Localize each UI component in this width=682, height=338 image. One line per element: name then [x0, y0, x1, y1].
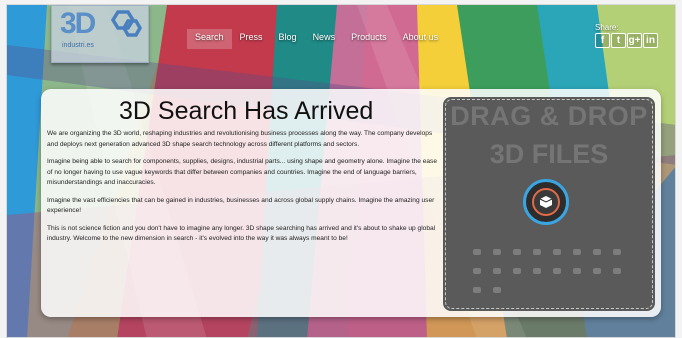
logo-mark: 3D — [60, 7, 96, 40]
paragraph: Imagine being able to search for compone… — [47, 158, 438, 186]
shape-thumbnail — [513, 249, 521, 255]
dropzone-heading: DRAG & DROP — [450, 101, 648, 131]
file-dropzone[interactable]: DRAG & DROP 3D FILES — [443, 97, 655, 311]
page-frame: 3D industri.es Search Press Blog News Pr… — [6, 4, 676, 338]
logo-subtitle: industri.es — [62, 42, 94, 49]
shape-preview-grid — [467, 245, 637, 302]
paragraph: Imagine the vast efficiencies that can b… — [47, 196, 435, 215]
google-plus-icon[interactable]: g+ — [627, 33, 642, 48]
facebook-icon[interactable]: f — [595, 33, 610, 48]
shape-thumbnail — [473, 268, 481, 274]
shape-thumbnail — [613, 249, 621, 255]
shape-thumbnail — [473, 249, 481, 255]
share-icons: f t g+ in — [595, 33, 659, 48]
shape-thumbnail — [593, 249, 601, 255]
intro-copy: We are organizing the 3D world, reshapin… — [47, 129, 437, 252]
content-panel: 3D Search Has Arrived We are organizing … — [41, 89, 661, 317]
shape-thumbnail — [493, 287, 501, 293]
shape-thumbnail — [513, 268, 521, 274]
nav-products[interactable]: Products — [343, 29, 395, 49]
shape-thumbnail — [553, 268, 561, 274]
main-nav: Search Press Blog News Products About us — [187, 29, 446, 49]
nav-press[interactable]: Press — [232, 29, 271, 49]
shape-thumbnail — [593, 268, 601, 274]
paragraph: This is not science fiction and you don'… — [47, 224, 436, 243]
shape-thumbnail — [493, 268, 501, 274]
cube-icon — [539, 196, 553, 208]
paragraph: We are organizing the 3D world, reshapin… — [47, 130, 433, 148]
site-logo[interactable]: 3D industri.es — [51, 5, 149, 63]
nav-search[interactable]: Search — [187, 29, 232, 49]
nav-blog[interactable]: Blog — [271, 29, 305, 49]
page-title: 3D Search Has Arrived — [119, 97, 374, 125]
twitter-icon[interactable]: t — [611, 33, 626, 48]
hexagon-logo-icon — [110, 10, 143, 37]
linkedin-icon[interactable]: in — [643, 33, 658, 48]
upload-target[interactable] — [523, 179, 569, 225]
upload-ring — [532, 188, 560, 216]
share-label: Share: — [595, 23, 619, 32]
dropzone-subheading: 3D FILES — [489, 139, 609, 169]
shape-thumbnail — [473, 287, 481, 293]
shape-thumbnail — [573, 249, 581, 255]
shape-thumbnail — [573, 268, 581, 274]
shape-thumbnail — [613, 268, 621, 274]
shape-thumbnail — [533, 268, 541, 274]
nav-news[interactable]: News — [305, 29, 344, 49]
nav-about-us[interactable]: About us — [395, 29, 447, 49]
shape-thumbnail — [493, 249, 501, 255]
shape-thumbnail — [553, 249, 561, 255]
shape-thumbnail — [533, 249, 541, 255]
